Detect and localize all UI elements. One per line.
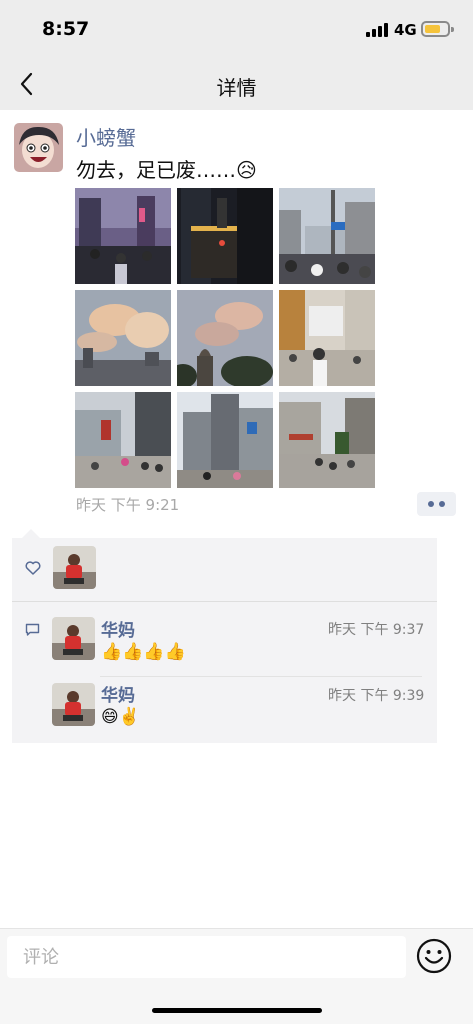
status-bar: 8:57 4G (0, 0, 473, 60)
comment-icon (25, 623, 40, 636)
photo-pedestrian-street-1[interactable] (279, 290, 375, 386)
comment-time: 昨天 下午 9:37 (328, 622, 425, 638)
comment-avatar[interactable] (52, 683, 95, 726)
status-time: 8:57 (42, 18, 90, 40)
photo-street-crowd-day[interactable] (279, 188, 375, 284)
post-username[interactable]: 小螃蟹 (76, 122, 136, 151)
post-timestamp: 昨天 下午 9:21 (76, 496, 180, 514)
heart-outline-icon (25, 561, 41, 575)
post-text-body: 勿去，足已废…… (76, 158, 236, 182)
page-title: 详情 (216, 76, 257, 100)
comment-text: 👍👍👍👍 (101, 642, 186, 662)
smiley-icon (416, 938, 452, 974)
avatar[interactable] (14, 123, 63, 172)
comment-avatar[interactable] (52, 617, 95, 660)
nav-bar: 详情 (0, 60, 473, 110)
comment-divider (100, 676, 422, 677)
network-type: 4G (394, 21, 417, 39)
photo-tower-night[interactable] (177, 188, 273, 284)
like-avatar[interactable] (53, 546, 96, 589)
emoji-button[interactable] (416, 938, 452, 974)
sad-face-emoji: 😥 (236, 158, 257, 182)
battery-icon (421, 21, 454, 37)
photo-shopping-street-3[interactable] (279, 392, 375, 488)
photo-cloudy-sky-1[interactable] (75, 290, 171, 386)
home-indicator (152, 1008, 322, 1013)
photo-cloudy-sky-2[interactable] (177, 290, 273, 386)
more-actions-button[interactable] (417, 492, 456, 516)
comment-author[interactable]: 华妈 (101, 681, 135, 706)
comment-author[interactable]: 华妈 (101, 616, 135, 641)
signal-icon (366, 22, 388, 37)
comment-input[interactable] (7, 936, 406, 978)
panel-arrow (22, 529, 40, 538)
comment-time: 昨天 下午 9:39 (328, 688, 425, 704)
photo-street-crowd-night[interactable] (75, 188, 171, 284)
photo-shopping-street-2[interactable] (177, 392, 273, 488)
comment-text: 😄✌️ (101, 707, 140, 727)
panel-divider (12, 601, 437, 602)
photo-shopping-street-1[interactable] (75, 392, 171, 488)
post-text: 勿去，足已废……😥 (76, 154, 257, 183)
